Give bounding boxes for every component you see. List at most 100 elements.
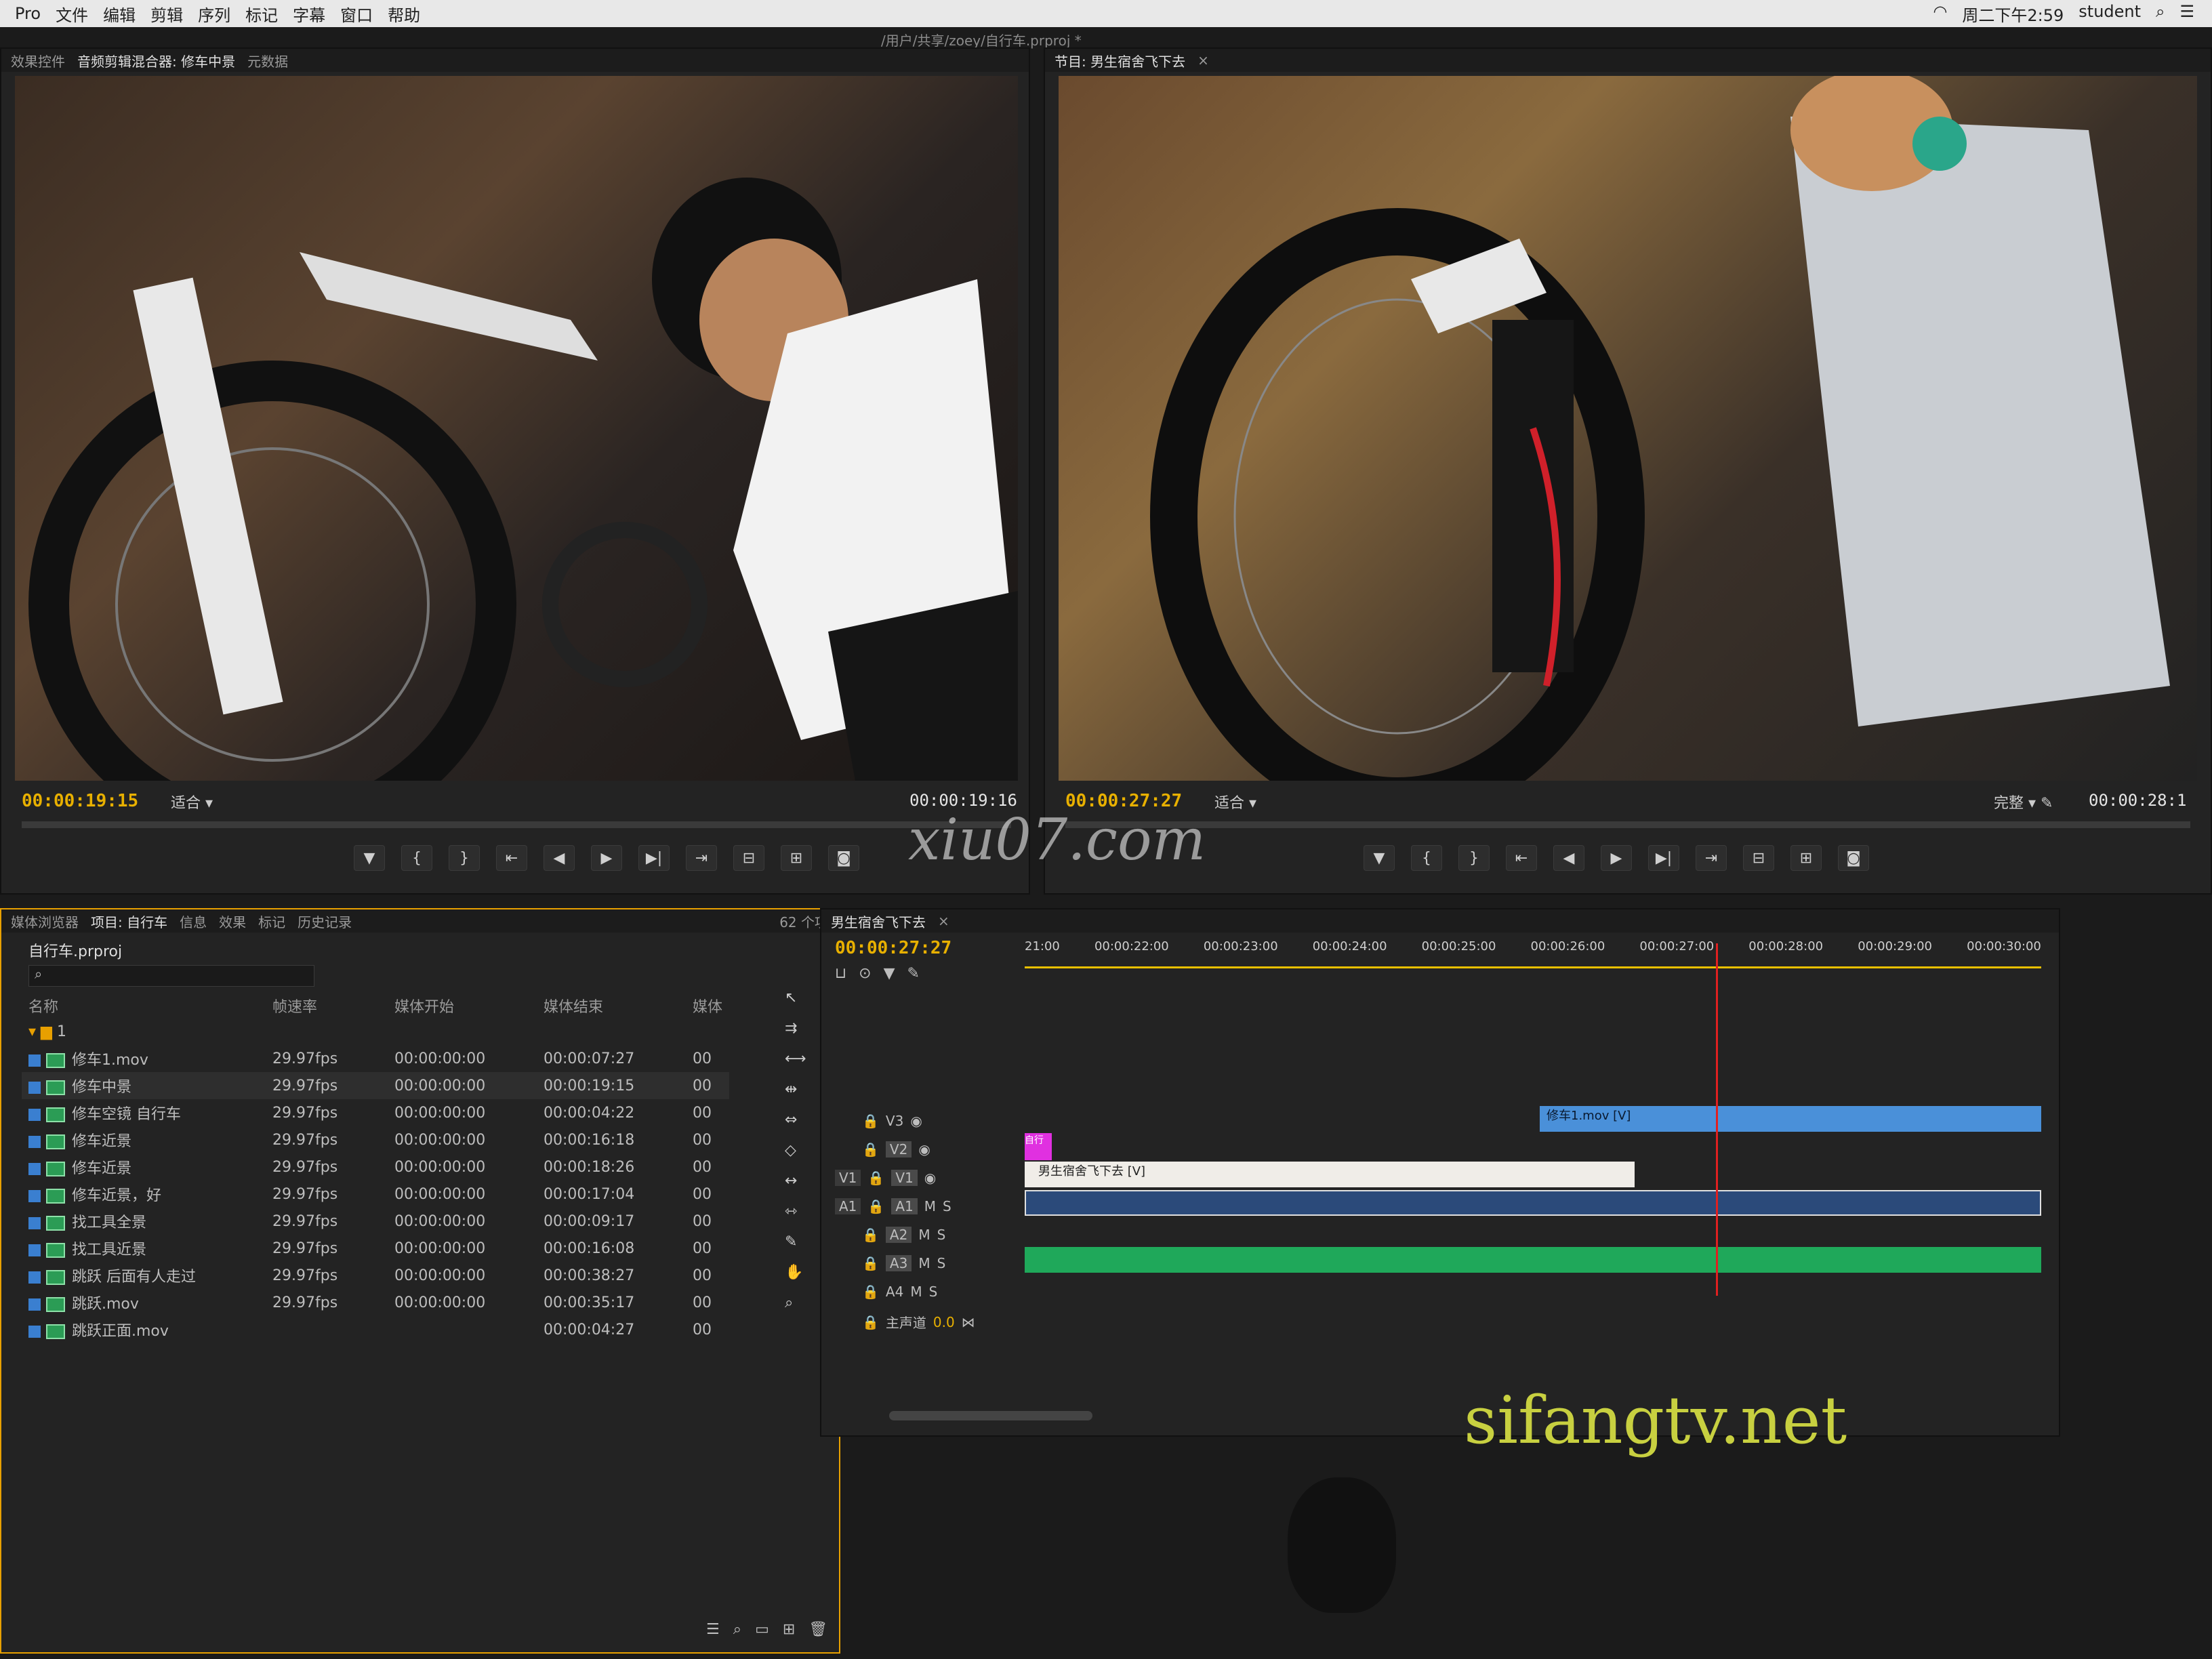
step-back-button[interactable]: ◀ [544, 845, 575, 871]
track-header-a4[interactable]: 🔒 A4 M S [862, 1284, 937, 1300]
spotlight-search-icon[interactable]: ⌕ [2156, 2, 2165, 26]
ripple-edit-tool-icon[interactable]: ⟷ [785, 1050, 806, 1067]
source-fit-dropdown[interactable]: 适合 ▾ [171, 791, 213, 813]
clip-v1[interactable] [1025, 1190, 2041, 1216]
selection-tool-icon[interactable]: ↖ [785, 989, 806, 1006]
table-row[interactable]: 修车空镜 自行车 29.97fps 00:00:00:00 00:00:04:22 00 [22, 1099, 729, 1126]
add-marker-timeline-icon[interactable]: ▼ [884, 965, 895, 982]
table-row[interactable]: 修车1.mov 29.97fps 00:00:00:00 00:00:07:27 00 [22, 1045, 729, 1072]
find-icon[interactable]: ⌕ [733, 1621, 741, 1638]
tab-markers[interactable]: 标记 [258, 912, 285, 931]
mute-icon[interactable]: M [924, 1198, 936, 1214]
table-row[interactable]: 修车中景 29.97fps 00:00:00:00 00:00:19:15 00 [22, 1072, 730, 1099]
tab-program[interactable]: 节目: 男生宿舍飞下去 [1054, 51, 1185, 70]
source-scrub-bar[interactable] [22, 821, 1011, 828]
settings-wrench-icon[interactable]: ✎ [907, 965, 920, 982]
program-quality-dropdown[interactable]: 完整 ▾ ✎ [1994, 791, 2053, 813]
mark-in-button[interactable]: { [401, 845, 432, 871]
wifi-icon[interactable]: ◠ [1933, 2, 1947, 26]
timeline-horizontal-scrollbar[interactable] [889, 1411, 1092, 1420]
lock-icon[interactable]: 🔒 [862, 1113, 879, 1129]
table-row[interactable]: 找工具全景 29.97fps 00:00:00:00 00:00:09:17 00 [22, 1208, 729, 1235]
eye-icon[interactable]: ◉ [910, 1113, 922, 1129]
overwrite-button[interactable]: ⊞ [781, 845, 812, 871]
tab-info[interactable]: 信息 [180, 912, 207, 931]
tab-project[interactable]: 项目: 自行车 [91, 912, 167, 931]
col-media-end[interactable]: 媒体结束 [537, 994, 686, 1018]
track-header-a2[interactable]: 🔒 A2 M S [862, 1227, 945, 1243]
lock-icon[interactable]: 🔒 [862, 1255, 879, 1271]
program-mark-out-button[interactable]: } [1458, 845, 1490, 871]
track-header-a3[interactable]: 🔒 A3 M S [862, 1255, 945, 1271]
project-search-field[interactable]: ⌕ [28, 965, 314, 987]
source-patch-v1[interactable]: V1 [835, 1170, 861, 1186]
program-export-frame-button[interactable]: ◙ [1838, 845, 1869, 871]
program-go-to-out-button[interactable]: ⇥ [1696, 845, 1727, 871]
mute-icon[interactable]: M [918, 1227, 930, 1243]
lock-icon[interactable]: 🔒 [862, 1314, 879, 1330]
clip-a1[interactable] [1025, 1247, 2041, 1273]
menu-sequence[interactable]: 序列 [198, 2, 230, 26]
program-go-to-in-button[interactable]: ⇤ [1506, 845, 1537, 871]
pen-tool-icon[interactable]: ✎ [785, 1233, 806, 1250]
tab-effects[interactable]: 效果 [219, 912, 246, 931]
list-view-icon[interactable]: ☰ [706, 1621, 720, 1638]
eye-icon[interactable]: ◉ [924, 1170, 936, 1186]
track-header-a1[interactable]: A1 🔒 A1 M S [835, 1198, 951, 1214]
program-play-button[interactable]: ▶ [1601, 845, 1632, 871]
solo-icon[interactable]: S [937, 1255, 946, 1271]
source-timecode-in[interactable]: 00:00:19:15 [22, 791, 138, 811]
menu-help[interactable]: 帮助 [388, 2, 420, 26]
lock-icon[interactable]: 🔒 [862, 1141, 879, 1158]
rate-stretch-tool-icon[interactable]: ⇔ [785, 1111, 806, 1128]
extract-button[interactable]: ⊞ [1790, 845, 1822, 871]
linked-selection-icon[interactable]: ⊙ [859, 965, 871, 982]
table-row[interactable]: 修车近景 29.97fps 00:00:00:00 00:00:18:26 00 [22, 1153, 729, 1181]
col-name[interactable]: 名称 [22, 994, 266, 1018]
solo-icon[interactable]: S [943, 1198, 951, 1214]
tab-sequence[interactable]: 男生宿舍飞下去 [831, 912, 926, 931]
menu-edit[interactable]: 编辑 [103, 2, 136, 26]
timeline-timecode[interactable]: 00:00:27:27 [835, 938, 951, 958]
step-forward-button[interactable]: ▶| [638, 845, 670, 871]
lock-icon[interactable]: 🔒 [862, 1284, 879, 1300]
source-video-frame[interactable] [15, 76, 1018, 781]
table-row[interactable]: 修车近景 29.97fps 00:00:00:00 00:00:16:18 00 [22, 1126, 729, 1153]
menubar-user[interactable]: student [2078, 2, 2141, 26]
clip-v2[interactable]: 男生宿舍飞下去 [V] [1025, 1162, 1635, 1187]
menu-marker[interactable]: 标记 [245, 2, 278, 26]
lock-icon[interactable]: 🔒 [862, 1227, 879, 1243]
program-video-frame[interactable] [1059, 76, 2197, 781]
zoom-tool-icon[interactable]: ⌕ [785, 1294, 806, 1311]
app-menu[interactable]: Pro [15, 4, 41, 23]
mute-icon[interactable]: M [918, 1255, 930, 1271]
program-scrub-bar[interactable] [1065, 821, 2190, 828]
nest-label[interactable]: 自行 [1025, 1133, 1052, 1160]
snap-icon[interactable]: ⊔ [835, 965, 846, 982]
program-add-marker-button[interactable]: ▼ [1364, 845, 1395, 871]
lock-icon[interactable]: 🔒 [867, 1198, 884, 1214]
track-header-v3[interactable]: 🔒 V3 ◉ [862, 1113, 922, 1129]
folder-row[interactable]: ▾ ▆ 1 [22, 1018, 729, 1045]
slip-tool-icon[interactable]: ↔ [785, 1172, 806, 1189]
close-sequence-icon[interactable]: × [938, 913, 949, 929]
table-row[interactable]: 跳跃 后面有人走过 29.97fps 00:00:00:00 00:00:38:27 0… [22, 1262, 729, 1289]
tab-audio-clip-mixer[interactable]: 音频剪辑混合器: 修车中景 [77, 51, 235, 70]
razor-tool-icon[interactable]: ◇ [785, 1142, 806, 1159]
menu-list-icon[interactable]: ☰ [2179, 2, 2194, 26]
go-to-in-button[interactable]: ⇤ [496, 845, 527, 871]
play-button[interactable]: ▶ [591, 845, 622, 871]
time-ruler[interactable]: 21:00 00:00:22:00 00:00:23:00 00:00:24:0… [1025, 939, 2041, 968]
lock-icon[interactable]: 🔒 [867, 1170, 884, 1186]
insert-button[interactable]: ⊟ [733, 845, 764, 871]
solo-icon[interactable]: S [937, 1227, 946, 1243]
trash-icon[interactable]: 🗑 [808, 1621, 827, 1638]
lift-button[interactable]: ⊟ [1743, 845, 1774, 871]
playhead[interactable] [1716, 943, 1718, 1296]
solo-icon[interactable]: S [929, 1284, 938, 1300]
track-header-v2[interactable]: 🔒 V2 ◉ [862, 1141, 930, 1158]
export-frame-button[interactable]: ◙ [828, 845, 859, 871]
tab-media-browser[interactable]: 媒体浏览器 [11, 912, 79, 931]
new-bin-icon[interactable]: ▭ [755, 1621, 769, 1638]
master-track-header[interactable]: 🔒 主声道 0.0 ⋈ [862, 1312, 975, 1332]
